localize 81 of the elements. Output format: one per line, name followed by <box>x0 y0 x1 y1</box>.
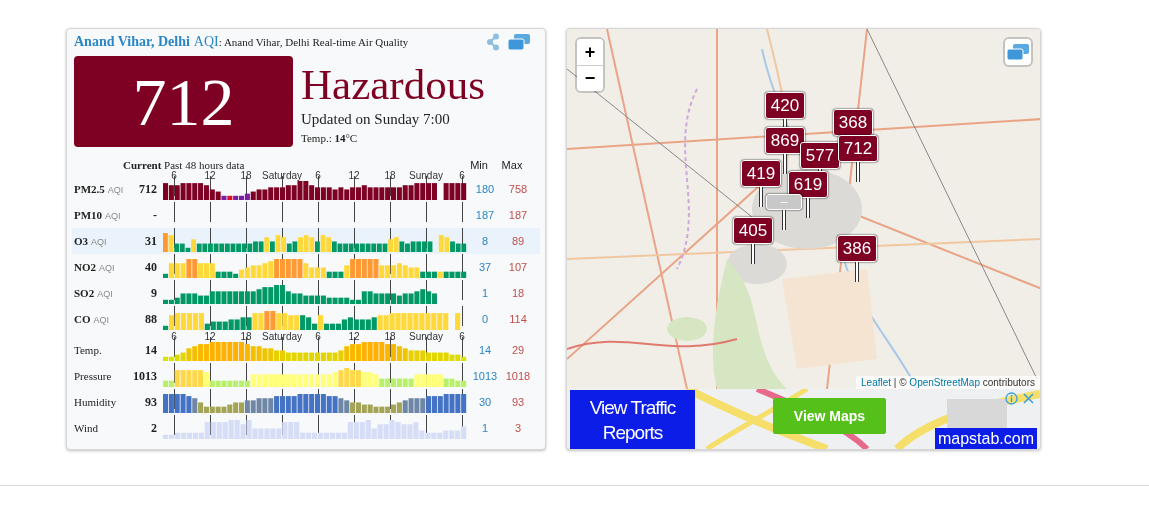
current-value: 40 <box>144 259 157 275</box>
station-link[interactable]: Anand Vihar, Delhi <box>74 34 190 50</box>
max-value: 18 <box>511 287 525 299</box>
parameter-name: Wind <box>74 422 98 434</box>
updated-time: Updated on Sunday 7:00 <box>301 110 451 128</box>
pollutant-name: PM10 <box>74 209 103 221</box>
axis-label: 18 <box>384 332 396 342</box>
axis-label: Saturday <box>262 171 302 181</box>
current-value: 14 <box>144 342 157 358</box>
axis-label: Saturday <box>262 332 302 342</box>
current-value: 88 <box>144 311 157 327</box>
min-value: 8 <box>481 235 489 247</box>
max-value: 758 <box>508 183 528 195</box>
min-value: 37 <box>478 261 492 273</box>
axis-label: 12 <box>348 171 360 181</box>
temperature-text: Temp.: 14°C <box>301 132 359 144</box>
share-icon[interactable] <box>486 33 500 51</box>
axis-label: 18 <box>240 171 252 181</box>
max-value: 29 <box>511 344 525 356</box>
min-value: 187 <box>475 209 495 221</box>
min-value: 180 <box>475 183 495 195</box>
current-value: 1013 <box>132 368 157 384</box>
pollutant-name: NO2 <box>74 261 96 273</box>
current-value: 9 <box>150 285 157 301</box>
pollutant-name: CO <box>74 313 91 325</box>
max-value: 107 <box>508 261 528 273</box>
axis-label: Sunday <box>409 171 443 181</box>
parameter-name: Temp. <box>74 344 102 356</box>
max-value: 187 <box>508 209 528 221</box>
aqi-status: Hazardous <box>301 60 485 110</box>
axis-label: 6 <box>171 332 177 342</box>
current-value: 2 <box>150 420 157 436</box>
axis-label: 6 <box>171 171 177 181</box>
current-value: 93 <box>144 394 157 410</box>
parameter-name: Humidity <box>74 396 117 408</box>
table-header: Current Past 48 hours data <box>122 160 246 171</box>
axis-label: Sunday <box>409 332 443 342</box>
axis-label: 12 <box>348 332 360 342</box>
column-header: Min <box>469 160 489 171</box>
min-value: 1013 <box>472 370 498 382</box>
aqi-label: AQI <box>193 34 219 50</box>
windows-icon[interactable] <box>508 34 530 50</box>
current-value: - <box>152 207 157 223</box>
axis-label: 6 <box>459 171 465 181</box>
axis-label: 18 <box>240 332 252 342</box>
ad-brand[interactable]: mapstab.com <box>934 428 1037 449</box>
axis-label: 12 <box>204 171 216 181</box>
min-value: 1 <box>481 422 489 434</box>
min-value: 0 <box>481 313 489 325</box>
highlighted-row[interactable]: O3 AQI 31 8 89 <box>72 228 540 254</box>
ad-headline[interactable]: View Traffic Reports <box>570 390 695 449</box>
close-icon[interactable] <box>1022 392 1035 405</box>
axis-label: 6 <box>315 171 321 181</box>
axis-label: 18 <box>384 171 396 181</box>
unit-label: AQI <box>93 315 109 325</box>
min-value: 14 <box>478 344 492 356</box>
axis-label: 6 <box>315 332 321 342</box>
max-value: 89 <box>511 235 525 247</box>
max-value: 1018 <box>505 370 531 382</box>
unit-label: AQI <box>97 289 113 299</box>
unit-label: AQI <box>99 263 115 273</box>
max-value: 3 <box>514 422 522 434</box>
pollutant-name: SO2 <box>74 287 95 299</box>
info-icon[interactable] <box>1005 392 1018 405</box>
aqi-value: 712 <box>74 56 293 147</box>
current-value: 31 <box>144 233 157 249</box>
axis-label: 6 <box>459 332 465 342</box>
pollutant-name: O3 <box>74 235 89 247</box>
unit-label: AQI <box>107 185 124 195</box>
parameter-name: Pressure <box>74 370 112 382</box>
unit-label: AQI <box>105 211 121 221</box>
axis-label: 12 <box>204 332 216 342</box>
column-header: Max <box>500 160 524 171</box>
max-value: 93 <box>511 396 525 408</box>
min-value: 30 <box>478 396 492 408</box>
current-value: 712 <box>138 181 157 197</box>
pollutant-name: PM2.5 <box>74 183 105 195</box>
unit-label: AQI <box>91 237 107 247</box>
min-value: 1 <box>481 287 489 299</box>
station-subtitle: : Anand Vihar, Delhi Real-time Air Quality <box>218 36 409 48</box>
max-value: 114 <box>509 313 527 325</box>
